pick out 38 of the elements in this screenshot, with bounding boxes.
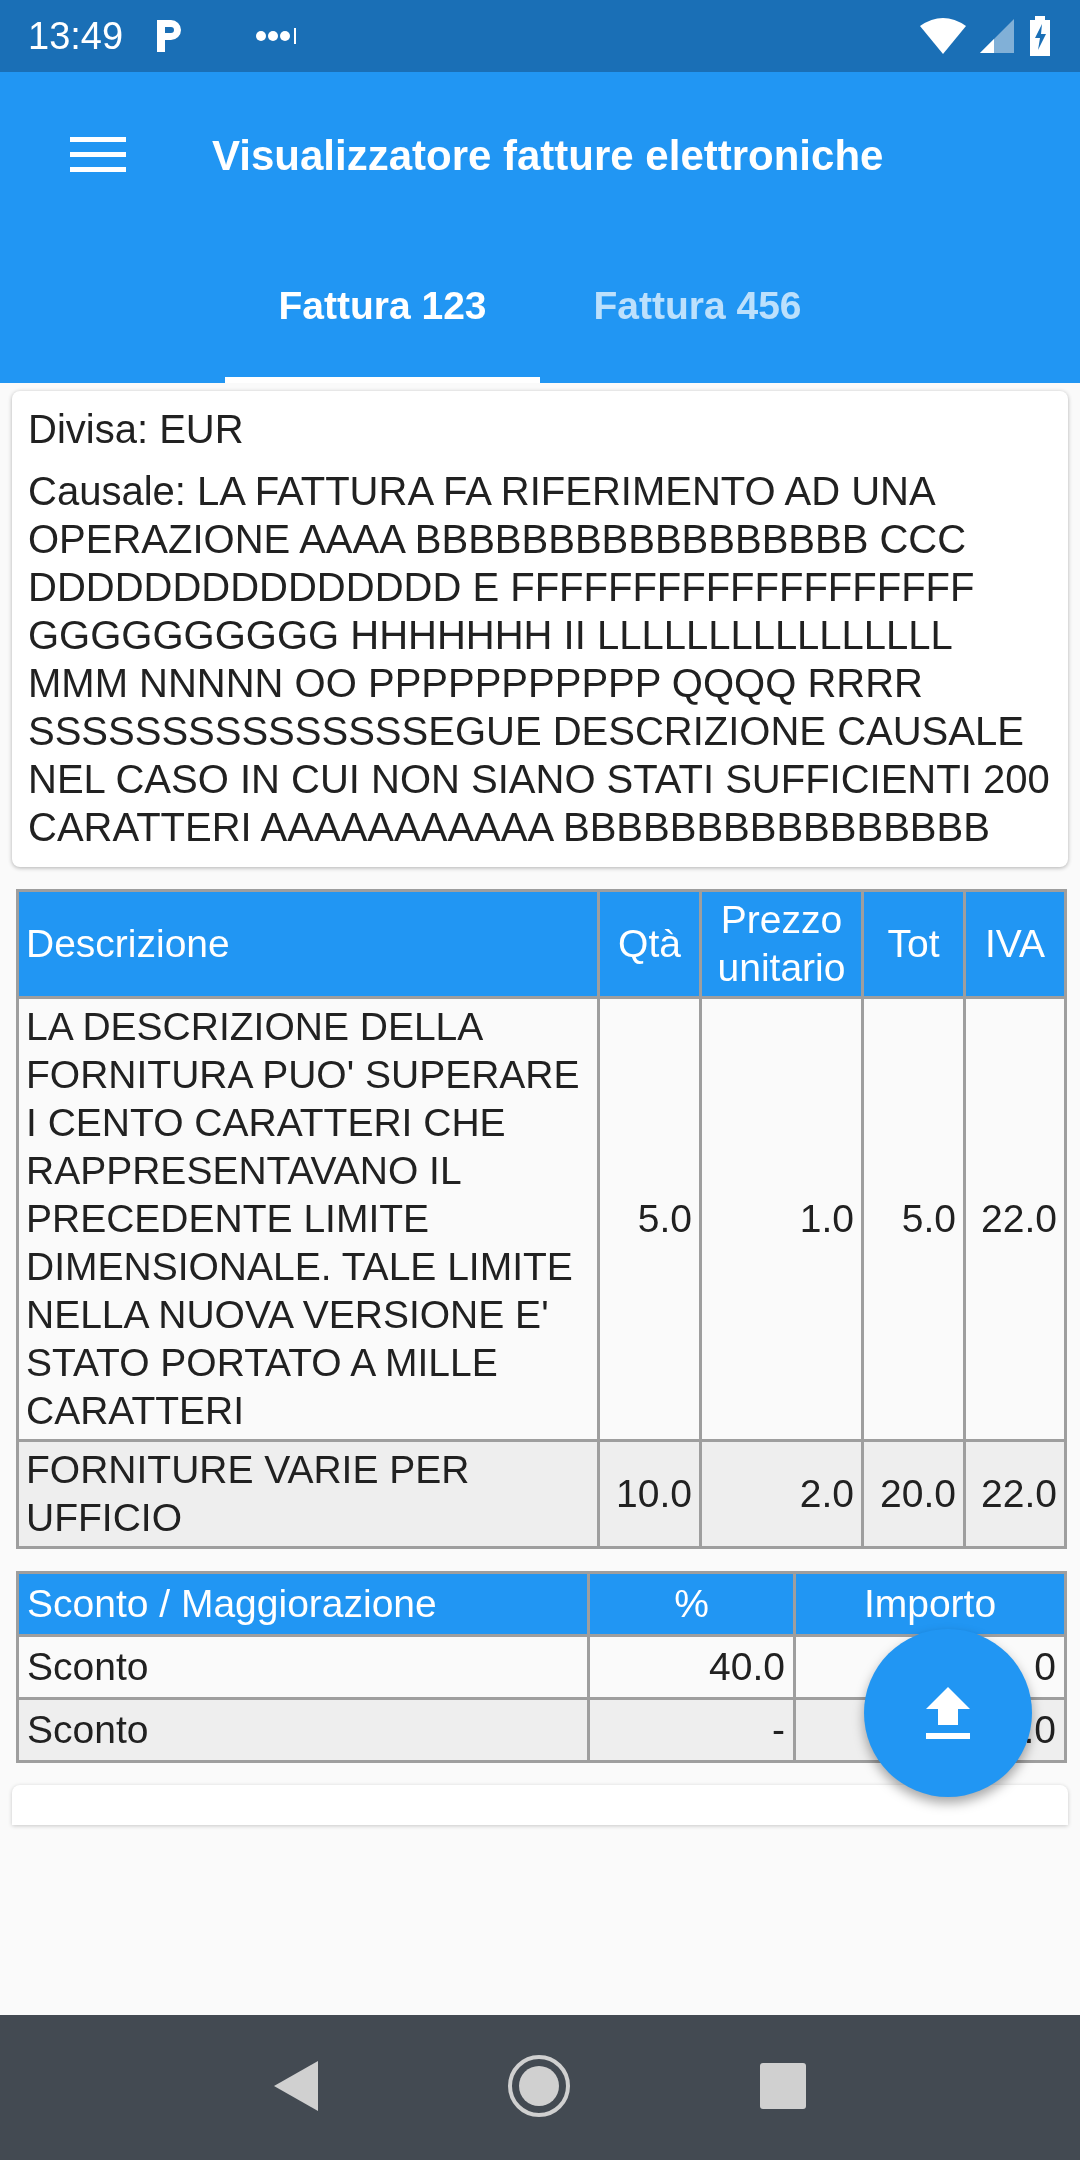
back-button[interactable] bbox=[274, 2061, 318, 2114]
table-cell: 40.0 bbox=[588, 1635, 795, 1699]
table-cell: 2.0 bbox=[700, 1440, 863, 1548]
column-header: Qtà bbox=[598, 890, 701, 998]
table-cell: FORNITURE VARIE PER UFFICIO bbox=[17, 1440, 599, 1548]
battery-charging-icon bbox=[1028, 16, 1052, 56]
back-icon bbox=[274, 2061, 318, 2111]
table-cell: 22.0 bbox=[964, 997, 1066, 1441]
app-title: Visualizzatore fatture elettroniche bbox=[212, 132, 884, 180]
column-header: Importo bbox=[794, 1572, 1066, 1636]
home-icon bbox=[506, 2053, 572, 2119]
currency-text: Divisa: EUR bbox=[28, 406, 245, 453]
table-cell: 5.0 bbox=[862, 997, 965, 1441]
signal-icon bbox=[980, 19, 1014, 53]
recents-button[interactable] bbox=[760, 2063, 806, 2112]
table-cell: 10.0 bbox=[598, 1440, 701, 1548]
recents-icon bbox=[760, 2063, 806, 2109]
table-cell: LA DESCRIZIONE DELLA FORNITURA PUO' SUPERARE I CENTO CARATTERI CHE RAPPRESENTAVANO IL PRECEDENTE LIMITE DIMENSIONALE. TALE LIMITE NELLA NUOVA VERSIONE E' STATO PORTATO A MILLE CARATTERI bbox=[17, 997, 599, 1441]
table-cell: Sconto bbox=[17, 1635, 589, 1699]
table-cell: - bbox=[588, 1698, 795, 1762]
wifi-icon bbox=[920, 18, 966, 54]
table-cell: 22.0 bbox=[964, 1440, 1066, 1548]
invoice-tab[interactable]: Fattura 123 bbox=[225, 240, 540, 383]
menu-icon bbox=[70, 136, 126, 173]
invoice-tab[interactable]: Fattura 456 bbox=[540, 240, 855, 383]
table-cell: 20.0 bbox=[862, 1440, 965, 1548]
status-time: 13:49 bbox=[28, 14, 124, 58]
column-header: Tot bbox=[862, 890, 965, 998]
column-header: Prezzo unitario bbox=[700, 890, 863, 998]
column-header: % bbox=[588, 1572, 795, 1636]
upload-icon bbox=[924, 1687, 972, 1739]
column-header: Sconto / Maggiorazione bbox=[17, 1572, 589, 1636]
table-cell: 1.0 bbox=[700, 997, 863, 1441]
column-header: Descrizione bbox=[17, 890, 599, 998]
table-cell: Sconto bbox=[17, 1698, 589, 1762]
table-cell: 5.0 bbox=[598, 997, 701, 1441]
column-header: IVA bbox=[964, 890, 1066, 998]
reason-text: Causale: LA FATTURA FA RIFERIMENTO AD UNA OPERAZIONE AAAA BBBBBBBBBBBBBBBBB CCC DDDDDDDDDDDDDDD E FFFFFFFFFFFFFFFFFFF GGGGGGGGGG HHHHHHH II LLLLLLLLLLLLLLLL MMM NNNNN OO PPPPPPPPPPP QQQQ RRRR SSSSSSSSSSSSSSSEGUE DESCRIZIONE CAUSALE NEL CASO IN CUI NON SIANO STATI SUFFICIENTI 200 CARATTERI AAAAAAAAAAA BBBBBBBBBBBBBBBB bbox=[28, 468, 1051, 851]
